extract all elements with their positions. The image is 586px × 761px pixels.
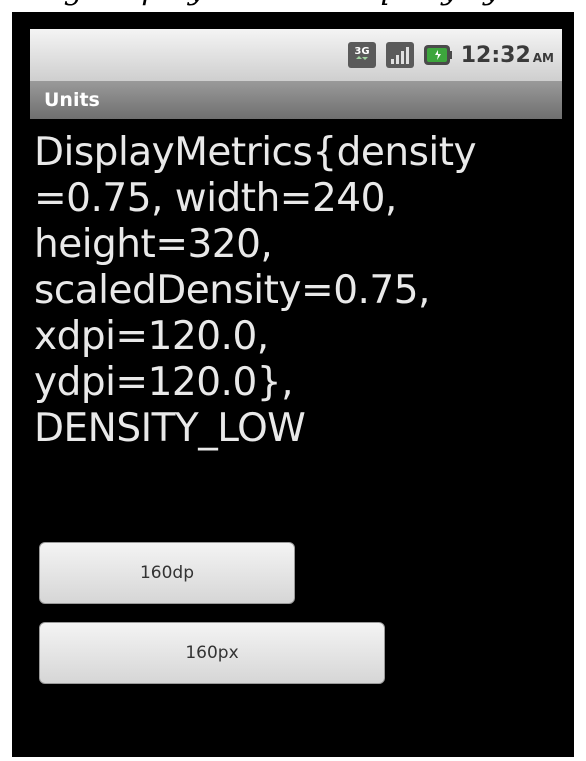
metrics-line: =0.75, width=240, xyxy=(34,176,397,221)
status-bar: 3G 12:32 AM xyxy=(30,29,562,81)
app-title-bar: Units xyxy=(30,81,562,119)
metrics-line: scaledDensity=0.75, xyxy=(34,268,430,313)
button-160px[interactable]: 160px xyxy=(39,622,385,684)
metrics-line: DisplayMetrics{density xyxy=(34,130,477,175)
signal-bars-icon xyxy=(385,40,415,70)
clock-time: 12:32 xyxy=(460,42,531,68)
metrics-line: DENSITY_LOW xyxy=(34,406,306,451)
metrics-line: height=320, xyxy=(34,222,273,267)
metrics-line: ydpi=120.0}, xyxy=(34,360,293,405)
app-title: Units xyxy=(44,89,100,111)
clock-ampm: AM xyxy=(532,50,554,65)
metrics-line: xdpi=120.0, xyxy=(34,314,269,359)
button-160dp[interactable]: 160dp xyxy=(39,542,295,604)
status-clock: 12:32 AM xyxy=(461,43,554,68)
battery-icon xyxy=(423,40,453,70)
3g-icon: 3G xyxy=(347,40,377,70)
page-caption: using DisplayMetrics to query system val… xyxy=(0,0,586,8)
phone-screen: 3G 12:32 AM Units DisplayMetrics{density… xyxy=(12,12,574,757)
display-metrics-text: DisplayMetrics{density =0.75, width=240,… xyxy=(34,130,564,452)
status-icons: 3G 12:32 AM xyxy=(347,29,554,81)
svg-text:3G: 3G xyxy=(354,46,369,57)
